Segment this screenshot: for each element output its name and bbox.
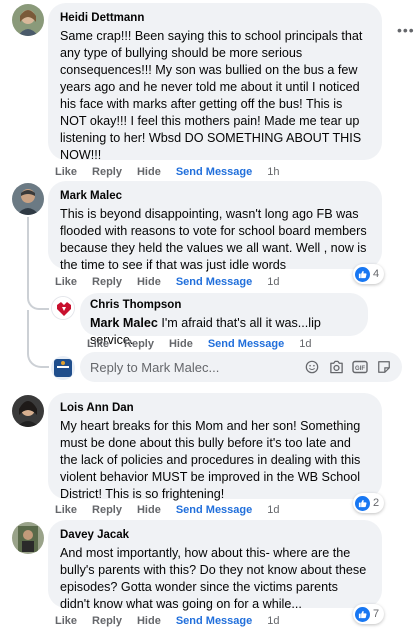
send-message-button[interactable]: Send Message (176, 615, 252, 627)
comment-author[interactable]: Heidi Dettmann (60, 11, 370, 25)
like-button[interactable]: Like (55, 276, 77, 288)
avatar[interactable] (12, 395, 44, 427)
comment-actions: Like Reply Hide Send Message 1d (55, 615, 280, 627)
current-user-avatar[interactable] (51, 356, 75, 380)
like-button[interactable]: Like (55, 504, 77, 516)
reply-button[interactable]: Reply (92, 504, 122, 516)
camera-icon[interactable] (328, 359, 344, 375)
comment-bubble: Chris Thompson Mark Malec I'm afraid tha… (80, 293, 368, 347)
avatar[interactable] (51, 296, 75, 320)
comment-author[interactable]: Chris Thompson (90, 298, 358, 312)
thread-line (27, 217, 29, 297)
comment-actions: Like Reply Hide Send Message 1d (55, 504, 280, 516)
like-icon (355, 495, 370, 511)
more-options-icon[interactable]: ••• (397, 22, 414, 38)
comment-actions: Like Reply Hide Send Message 1d (87, 338, 312, 350)
send-message-button[interactable]: Send Message (208, 338, 284, 350)
send-message-button[interactable]: Send Message (176, 276, 252, 288)
timestamp[interactable]: 1h (267, 166, 279, 178)
like-button[interactable]: Like (87, 338, 109, 350)
composer-tools: GIF (304, 359, 392, 375)
comment-author[interactable]: Davey Jacak (60, 528, 370, 542)
mention-link[interactable]: Mark Malec (90, 316, 158, 330)
hide-button[interactable]: Hide (137, 504, 161, 516)
send-message-button[interactable]: Send Message (176, 504, 252, 516)
comment-text: And most importantly, how about this- wh… (60, 546, 367, 611)
reaction-number: 7 (373, 608, 380, 620)
reply-composer[interactable]: GIF (80, 352, 402, 382)
emoji-icon[interactable] (304, 359, 320, 375)
hide-button[interactable]: Hide (137, 276, 161, 288)
reply-button[interactable]: Reply (124, 338, 154, 350)
svg-text:GIF: GIF (355, 366, 365, 372)
avatar[interactable] (12, 522, 44, 554)
thread-connector (27, 290, 49, 310)
sticker-icon[interactable] (376, 359, 392, 375)
reply-button[interactable]: Reply (92, 166, 122, 178)
gif-icon[interactable]: GIF (352, 359, 368, 375)
avatar[interactable] (12, 4, 44, 36)
comment-author[interactable]: Lois Ann Dan (60, 401, 370, 415)
comment-text: My heart breaks for this Mom and her son… (60, 419, 361, 501)
reaction-count[interactable]: 2 (353, 493, 385, 513)
reaction-number: 4 (373, 268, 380, 280)
like-icon (355, 266, 370, 282)
timestamp[interactable]: 1d (267, 276, 279, 288)
hide-button[interactable]: Hide (169, 338, 193, 350)
reaction-number: 2 (373, 497, 380, 509)
reply-button[interactable]: Reply (92, 276, 122, 288)
comment-bubble: Heidi Dettmann Same crap!!! Been saying … (48, 3, 382, 162)
comment-actions: Like Reply Hide Send Message 1h (55, 166, 280, 178)
hide-button[interactable]: Hide (137, 615, 161, 627)
reaction-count[interactable]: 7 (353, 604, 385, 624)
reply-input[interactable] (90, 359, 304, 375)
like-icon (355, 606, 370, 622)
thread-connector (27, 310, 49, 368)
comment-actions: Like Reply Hide Send Message 1d (55, 276, 280, 288)
reaction-count[interactable]: 4 (353, 264, 385, 284)
reply-button[interactable]: Reply (92, 615, 122, 627)
comment-bubble: Mark Malec This is beyond disappointing,… (48, 181, 382, 272)
comment-author[interactable]: Mark Malec (60, 189, 370, 203)
send-message-button[interactable]: Send Message (176, 166, 252, 178)
comment-text: Same crap!!! Been saying this to school … (60, 29, 363, 162)
comment-bubble: Lois Ann Dan My heart breaks for this Mo… (48, 393, 382, 501)
avatar[interactable] (12, 183, 44, 215)
timestamp[interactable]: 1d (299, 338, 311, 350)
comment-bubble: Davey Jacak And most importantly, how ab… (48, 520, 382, 611)
comment-text: This is beyond disappointing, wasn't lon… (60, 207, 367, 272)
like-button[interactable]: Like (55, 166, 77, 178)
timestamp[interactable]: 1d (267, 504, 279, 516)
timestamp[interactable]: 1d (267, 615, 279, 627)
hide-button[interactable]: Hide (137, 166, 161, 178)
like-button[interactable]: Like (55, 615, 77, 627)
